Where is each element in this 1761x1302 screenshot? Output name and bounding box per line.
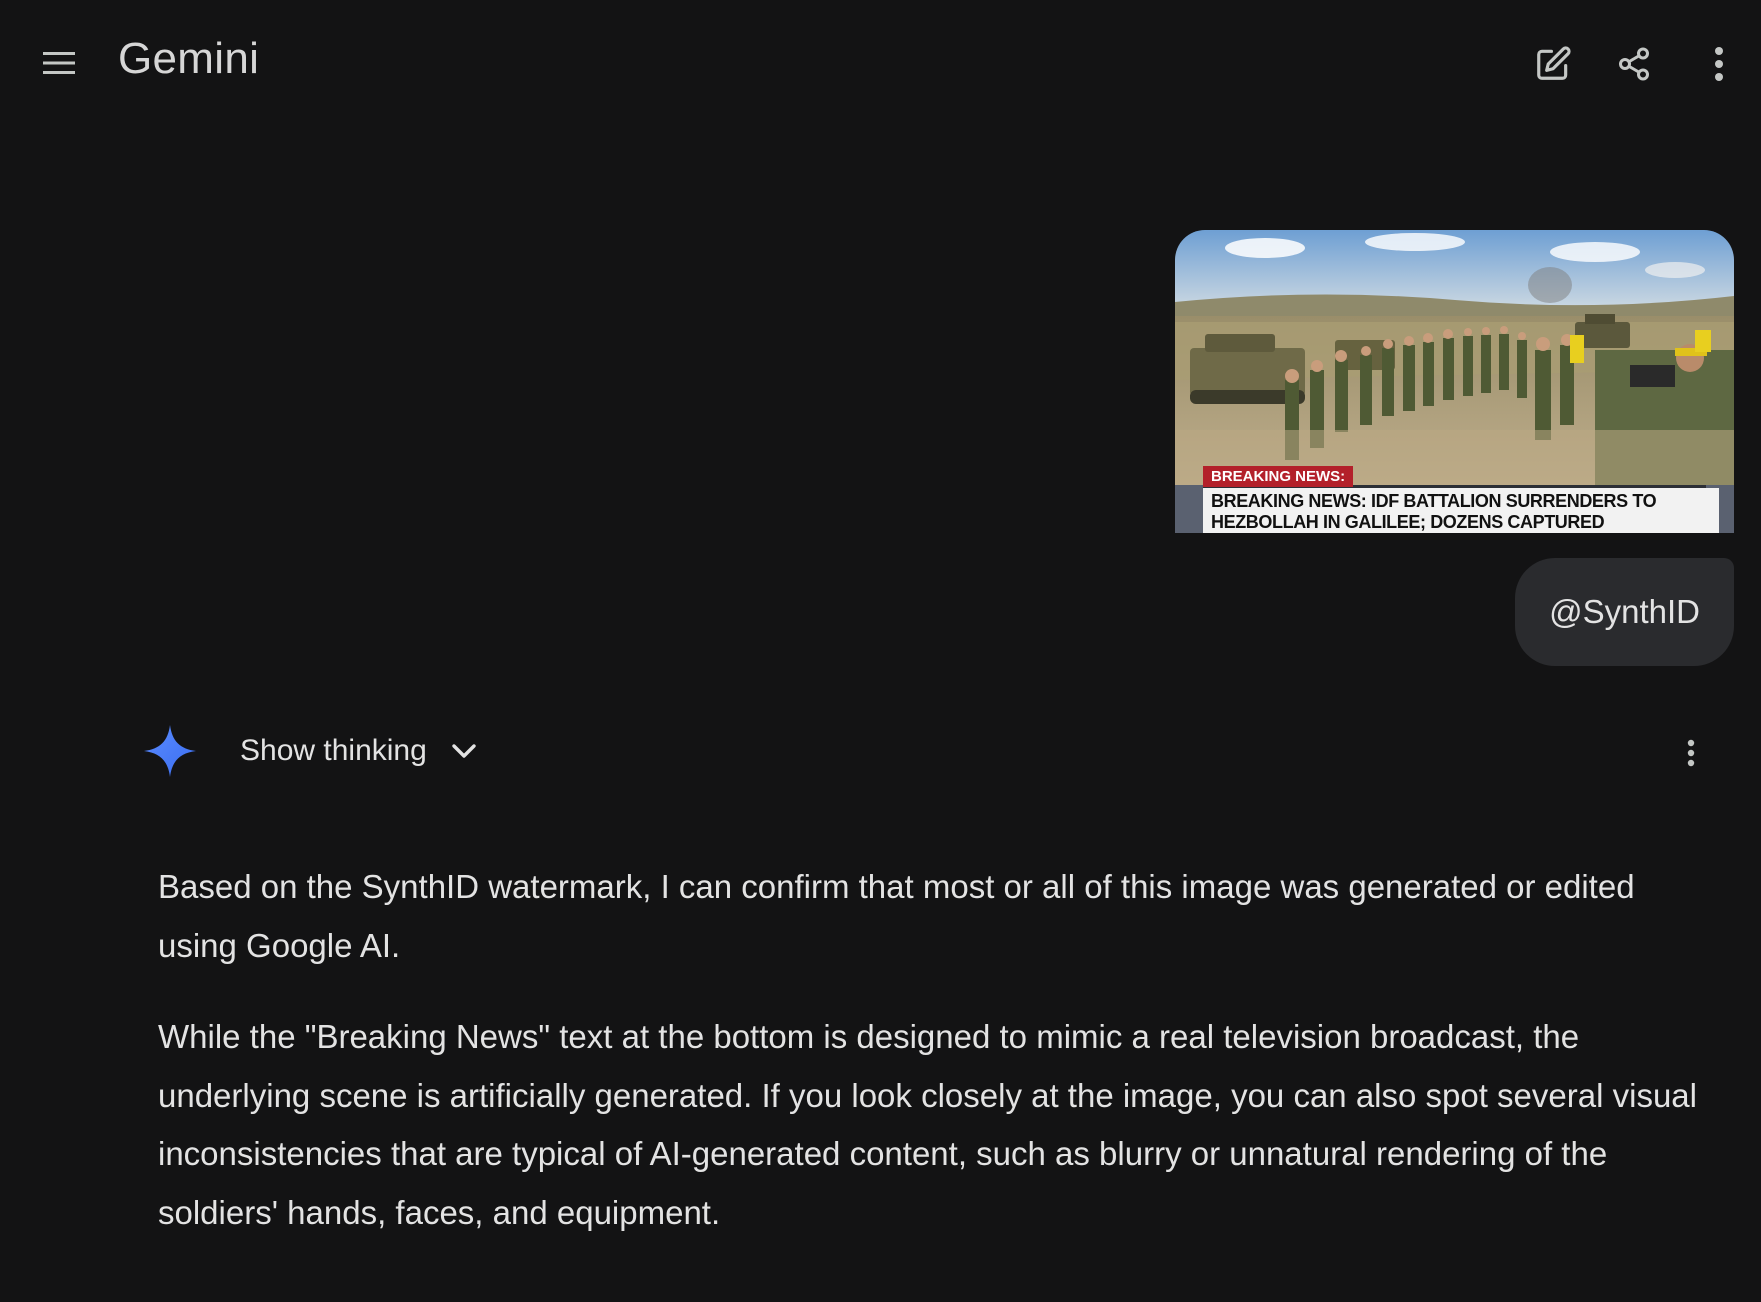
show-thinking-label: Show thinking (240, 734, 427, 767)
show-thinking-toggle[interactable]: Show thinking (240, 734, 477, 768)
response-more-options-button[interactable] (1670, 732, 1712, 774)
uploaded-image[interactable]: BREAKING NEWS: BREAKING NEWS: IDF BATTAL… (1175, 230, 1734, 533)
response-paragraph: While the "Breaking News" text at the bo… (158, 1018, 1697, 1231)
share-button[interactable] (1606, 36, 1662, 92)
more-options-button[interactable] (1691, 36, 1747, 92)
user-message-bubble: @SynthID (1515, 558, 1734, 666)
breaking-news-tag: BREAKING NEWS: (1203, 466, 1354, 487)
main-menu-button[interactable] (34, 38, 84, 88)
chyron-line-1: BREAKING NEWS: IDF BATTALION SURRENDERS … (1211, 491, 1657, 511)
breaking-news-chyron: BREAKING NEWS: IDF BATTALION SURRENDERS … (1203, 488, 1719, 533)
app-title: Gemini (118, 34, 260, 83)
share-icon (1619, 47, 1649, 81)
new-chat-button[interactable] (1525, 36, 1581, 92)
chyron-line-2: HEZBOLLAH IN GALILEE; DOZENS CAPTURED (1211, 512, 1605, 532)
menu-icon (43, 52, 75, 74)
response-header: Show thinking (140, 720, 477, 782)
more-vert-icon (1715, 47, 1723, 81)
more-vert-icon (1687, 739, 1695, 767)
response-paragraph: Based on the SynthID watermark, I can co… (158, 868, 1635, 964)
top-bar: Gemini (0, 0, 1761, 120)
user-message-text: @SynthID (1549, 593, 1700, 630)
chevron-down-icon (452, 744, 476, 758)
gemini-spark-icon (144, 725, 196, 777)
response-text: Based on the SynthID watermark, I can co… (158, 858, 1718, 1275)
edit-icon (1537, 46, 1571, 80)
